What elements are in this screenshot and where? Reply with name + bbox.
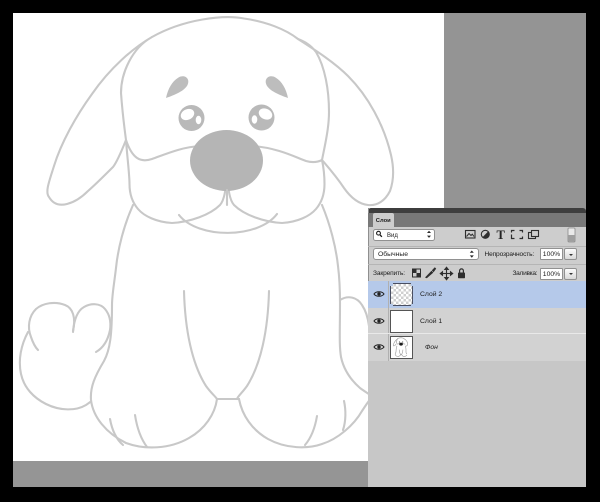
svg-text:T: T [497,228,506,242]
